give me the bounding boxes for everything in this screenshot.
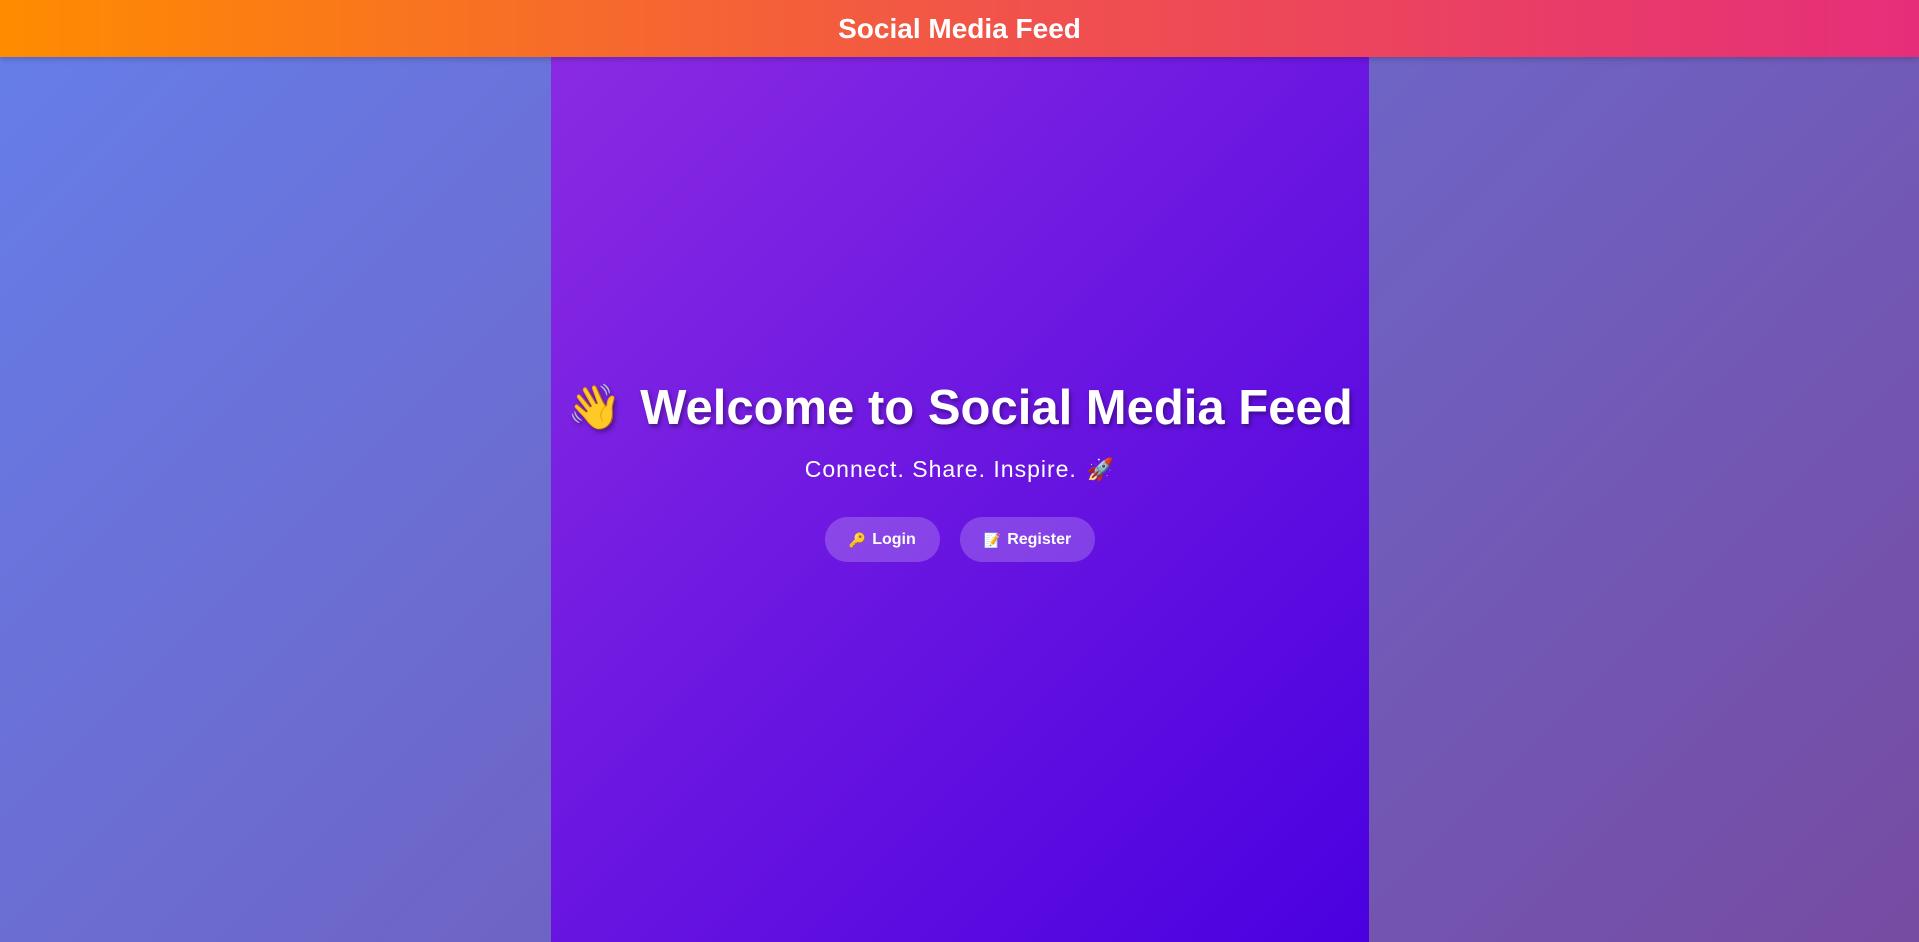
auth-actions: 🔑 Login 📝 Register: [824, 517, 1096, 562]
tagline-text: Connect. Share. Inspire.: [804, 456, 1077, 482]
welcome-panel: 👋 Welcome to Social Media Feed Connect. …: [551, 57, 1369, 942]
waving-hand-icon: 👋: [567, 383, 623, 432]
key-icon: 🔑: [848, 531, 867, 548]
hero-section: 👋 Welcome to Social Media Feed Connect. …: [551, 380, 1369, 562]
memo-icon: 📝: [983, 531, 1002, 548]
register-button[interactable]: 📝 Register: [959, 517, 1096, 562]
login-button[interactable]: 🔑 Login: [824, 517, 940, 562]
tagline: Connect. Share. Inspire. 🚀: [805, 456, 1115, 483]
app-title: Social Media Feed: [838, 12, 1081, 44]
rocket-icon: 🚀: [1086, 456, 1116, 482]
welcome-heading-text: Welcome to Social Media Feed: [640, 381, 1353, 435]
login-button-label: Login: [872, 530, 916, 548]
welcome-heading: 👋 Welcome to Social Media Feed: [567, 380, 1352, 436]
register-button-label: Register: [1007, 530, 1072, 548]
top-header-bar: Social Media Feed: [0, 0, 1919, 57]
